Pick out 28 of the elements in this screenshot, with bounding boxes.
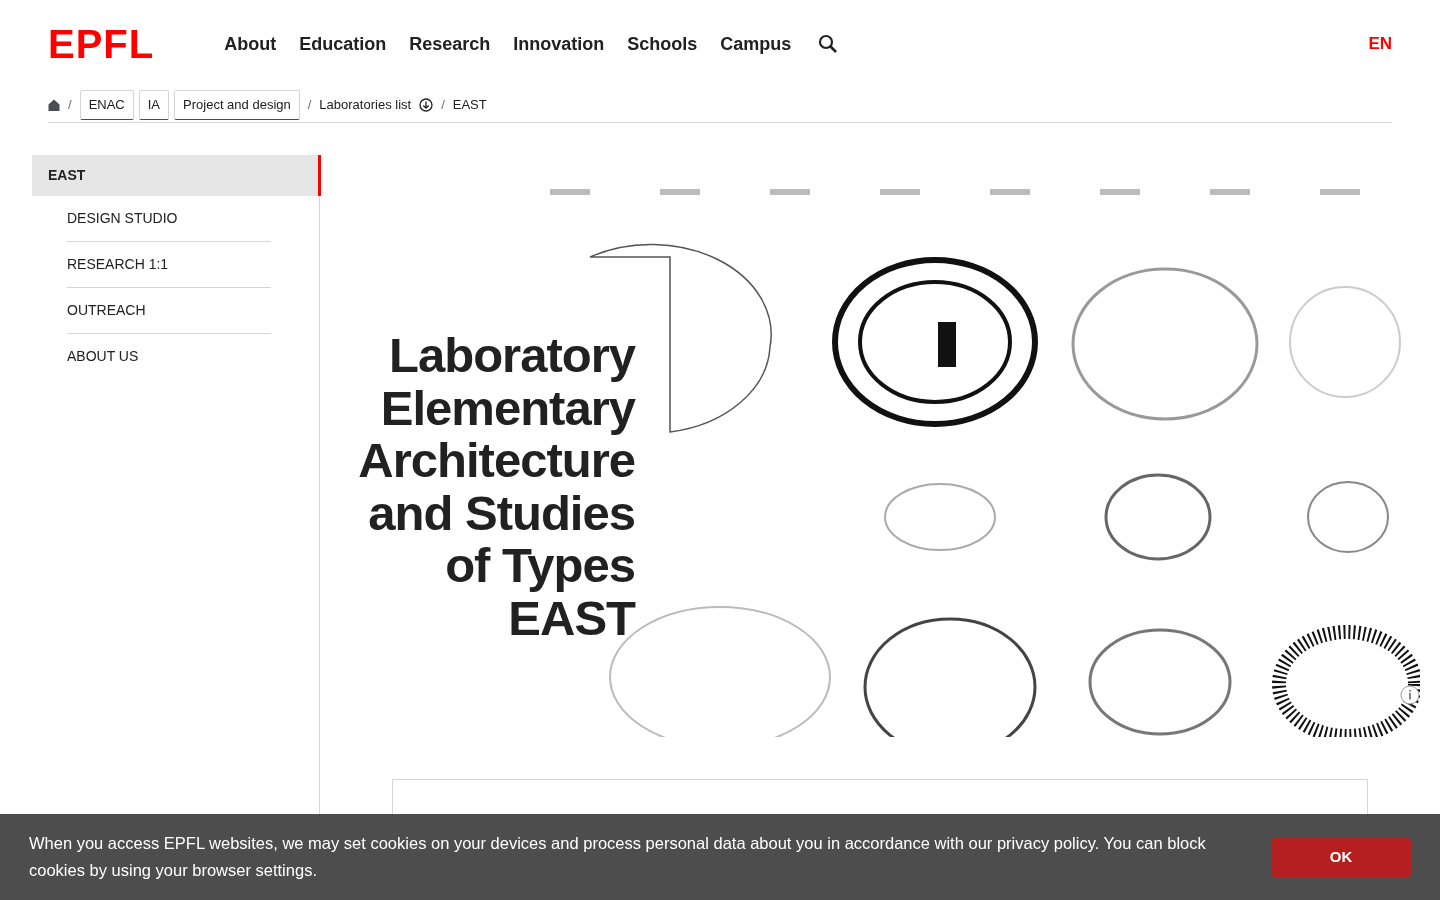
breadcrumb-link[interactable]: ENAC: [79, 90, 134, 120]
breadcrumb-separator: /: [307, 96, 312, 115]
home-icon[interactable]: [48, 99, 60, 111]
breadcrumb-link[interactable]: Project and design: [174, 90, 300, 120]
breadcrumb-separator: /: [68, 96, 72, 115]
page-title: Laboratory Elementary Architecture and Studies of Types EAST: [358, 329, 635, 644]
sidebar-item[interactable]: OUTREACH: [67, 288, 271, 334]
nav-link[interactable]: About: [224, 30, 277, 58]
ok-button[interactable]: OK: [1271, 837, 1411, 877]
nav-link[interactable]: Innovation: [513, 30, 605, 58]
sidebar-item[interactable]: RESEARCH 1:1: [67, 242, 271, 288]
search-icon[interactable]: [818, 34, 839, 54]
nav-link[interactable]: Education: [299, 30, 387, 58]
nav-link[interactable]: Campus: [720, 30, 792, 58]
info-icon[interactable]: [1400, 685, 1420, 705]
nav-link[interactable]: Schools: [627, 30, 698, 58]
logo[interactable]: EPFL: [48, 22, 155, 66]
language-switch[interactable]: EN: [1368, 31, 1392, 57]
breadcrumb-link[interactable]: IA: [138, 90, 170, 120]
breadcrumb-separator: /: [441, 96, 445, 115]
breadcrumb-current: EAST: [452, 96, 487, 115]
sidebar-item[interactable]: ABOUT US: [67, 334, 271, 379]
sidebar-item[interactable]: EAST: [32, 155, 321, 196]
privacy-policy-link[interactable]: privacy policy: [996, 834, 1095, 852]
breadcrumb-dropdown[interactable]: Laboratories list: [319, 95, 434, 115]
nav-link[interactable]: Research: [409, 30, 491, 58]
sidebar-item[interactable]: DESIGN STUDIO: [67, 196, 271, 242]
cookie-notice: When you access EPFL websites, we may set cookies on your devices and process personal data about you in accordance with our privacy policy. You can block cookies by using your browser settings.: [29, 833, 1207, 881]
